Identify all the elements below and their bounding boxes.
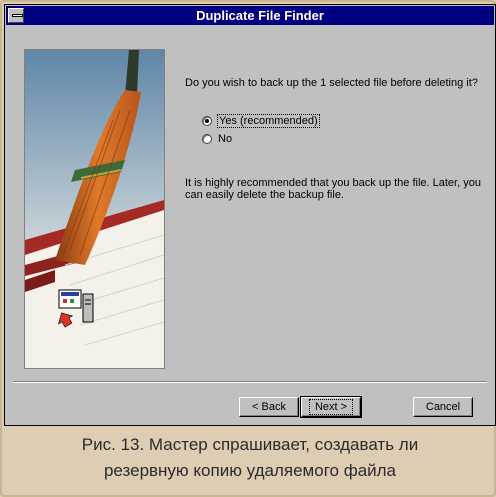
next-button-label: Next >	[308, 399, 354, 415]
cancel-button-label: Cancel	[425, 401, 461, 413]
next-button[interactable]: Next >	[300, 396, 362, 418]
system-menu-button[interactable]	[8, 8, 24, 23]
option-no-radio[interactable]: No	[202, 133, 232, 145]
divider	[13, 381, 487, 383]
radio-selected-icon[interactable]	[202, 116, 212, 126]
caption-line-1: Рис. 13. Мастер спрашивает, создавать ли	[81, 435, 419, 454]
minus-icon	[12, 14, 23, 17]
backup-question: Do you wish to back up the 1 selected fi…	[185, 77, 478, 89]
caption-line-2: резервную копию удаляемого файла	[103, 461, 397, 480]
title-bar[interactable]: Duplicate File Finder	[6, 6, 494, 25]
window-title: Duplicate File Finder	[196, 8, 324, 23]
option-yes-label: Yes (recommended)	[217, 114, 320, 128]
broom-illustration	[25, 50, 164, 368]
page-frame: Duplicate File Finder Do you wish to bac…	[0, 0, 496, 497]
figure-caption: Рис. 13. Мастер спрашивает, создавать ли…	[2, 432, 496, 484]
option-yes-radio[interactable]: Yes (recommended)	[202, 114, 320, 128]
wizard-window: Duplicate File Finder Do you wish to bac…	[4, 4, 496, 426]
back-button-label: < Back	[252, 401, 286, 413]
backup-note: It is highly recommended that you back u…	[185, 177, 481, 201]
cancel-button[interactable]: Cancel	[413, 397, 473, 417]
radio-empty-icon[interactable]	[202, 134, 212, 144]
wizard-illustration	[24, 49, 165, 369]
back-button[interactable]: < Back	[239, 397, 299, 417]
option-no-label: No	[218, 133, 233, 145]
